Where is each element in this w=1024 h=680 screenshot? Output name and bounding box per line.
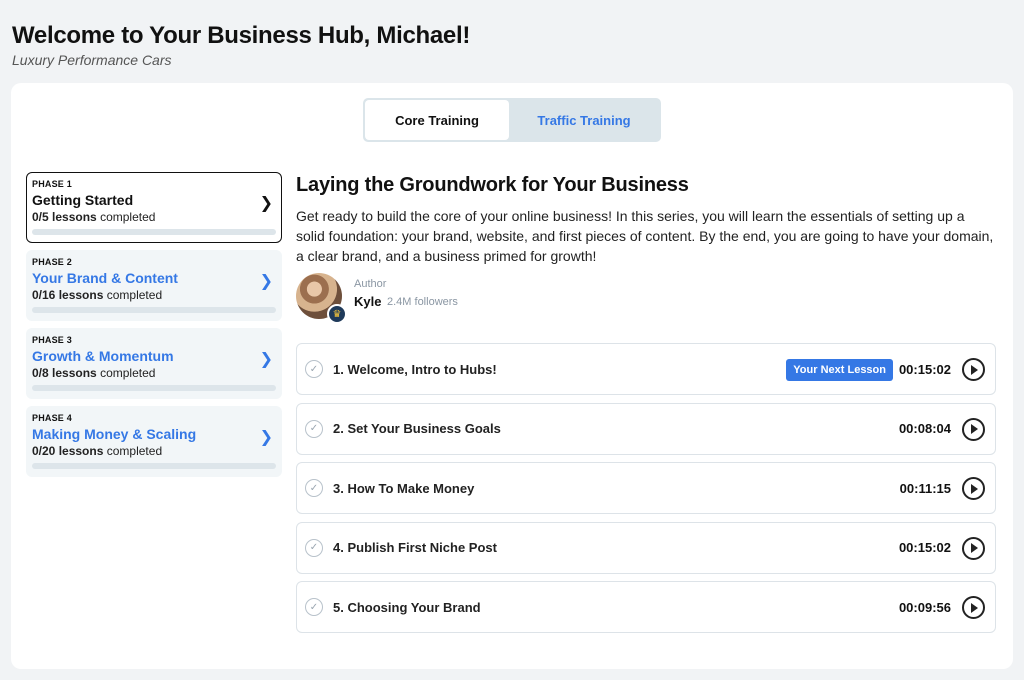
section-description: Get ready to build the core of your onli… bbox=[296, 208, 994, 264]
phase-progress-text: 0/8 lessons completed bbox=[32, 366, 276, 380]
phase-progress-unit: lessons bbox=[52, 210, 97, 224]
phase-item-brand-content[interactable]: PHASE 2 Your Brand & Content 0/16 lesson… bbox=[26, 250, 282, 321]
phase-item-getting-started[interactable]: PHASE 1 Getting Started 0/5 lessons comp… bbox=[26, 172, 282, 243]
page-header: Welcome to Your Business Hub, Michael! L… bbox=[12, 22, 470, 68]
lesson-row[interactable]: ✓ 4. Publish First Niche Post 00:15:02 bbox=[296, 521, 996, 574]
author-followers: 2.4M followers bbox=[387, 296, 458, 308]
phase-name: Getting Started bbox=[32, 192, 134, 208]
lesson-title: 2. Set Your Business Goals bbox=[333, 421, 501, 436]
section-title: Laying the Groundwork for Your Business bbox=[296, 174, 689, 196]
tab-core-training[interactable]: Core Training bbox=[365, 100, 509, 140]
author-label: Author bbox=[354, 278, 387, 290]
training-tabs: Core Training Traffic Training bbox=[363, 98, 661, 142]
play-circle-icon[interactable] bbox=[962, 358, 985, 381]
check-circle-icon[interactable]: ✓ bbox=[305, 419, 323, 438]
phase-tag: PHASE 4 bbox=[32, 413, 72, 423]
tab-traffic-training[interactable]: Traffic Training bbox=[509, 100, 659, 140]
lesson-row[interactable]: ✓ 5. Choosing Your Brand 00:09:56 bbox=[296, 581, 996, 633]
lesson-duration: 00:11:15 bbox=[899, 480, 951, 496]
phase-progress-text: 0/16 lessons completed bbox=[32, 288, 276, 302]
lesson-row[interactable]: ✓ 1. Welcome, Intro to Hubs! Your Next L… bbox=[296, 343, 996, 395]
phase-item-making-money[interactable]: PHASE 4 Making Money & Scaling 0/20 less… bbox=[26, 406, 282, 477]
phase-progress-rest: completed bbox=[106, 444, 163, 458]
phase-progress-count: 0/5 bbox=[32, 210, 49, 224]
lesson-duration: 00:15:02 bbox=[898, 361, 951, 377]
phase-progress-bar bbox=[32, 385, 276, 391]
author-block: ♛ Author Kyle 2.4M followers bbox=[296, 273, 998, 325]
lesson-title: 5. Choosing Your Brand bbox=[333, 599, 481, 615]
chevron-right-icon: ❯ bbox=[259, 273, 273, 290]
page-subtitle: Luxury Performance Cars bbox=[12, 52, 172, 68]
lesson-duration: 00:09:56 bbox=[898, 599, 951, 615]
phase-name: Growth & Momentum bbox=[32, 348, 174, 364]
lesson-row[interactable]: ✓ 2. Set Your Business Goals 00:08:04 bbox=[296, 402, 996, 455]
phase-tag: PHASE 3 bbox=[32, 335, 72, 345]
play-circle-icon[interactable] bbox=[962, 477, 985, 500]
phase-progress-bar bbox=[32, 307, 276, 313]
page-title: Welcome to Your Business Hub, Michael! bbox=[12, 22, 471, 49]
author-name[interactable]: Kyle bbox=[354, 294, 381, 309]
lesson-title: 1. Welcome, Intro to Hubs! bbox=[333, 361, 497, 377]
chevron-right-icon: ❯ bbox=[259, 195, 273, 212]
phase-progress-count: 0/16 bbox=[32, 288, 56, 302]
chevron-right-icon: ❯ bbox=[259, 429, 273, 446]
phase-progress-unit: lessons bbox=[58, 444, 104, 458]
lesson-list: ✓ 1. Welcome, Intro to Hubs! Your Next L… bbox=[296, 343, 996, 641]
check-circle-icon[interactable]: ✓ bbox=[305, 598, 323, 616]
lesson-row[interactable]: ✓ 3. How To Make Money 00:11:15 bbox=[296, 462, 996, 514]
phase-content: Laying the Groundwork for Your Business … bbox=[296, 173, 998, 633]
phase-progress-count: 0/20 bbox=[32, 444, 56, 458]
phase-tag: PHASE 2 bbox=[32, 257, 72, 267]
check-circle-icon[interactable]: ✓ bbox=[305, 538, 323, 557]
phase-list: PHASE 1 Getting Started 0/5 lessons comp… bbox=[26, 172, 282, 484]
play-circle-icon[interactable] bbox=[962, 536, 985, 560]
next-lesson-badge: Your Next Lesson bbox=[786, 359, 893, 381]
crown-icon: ♛ bbox=[327, 304, 347, 324]
lesson-duration: 00:08:04 bbox=[898, 421, 951, 436]
training-card: Core Training Traffic Training PHASE 1 G… bbox=[11, 83, 1013, 669]
phase-progress-text: 0/20 lessons completed bbox=[32, 444, 276, 458]
phase-progress-unit: lessons bbox=[58, 288, 104, 302]
phase-item-growth-momentum[interactable]: PHASE 3 Growth & Momentum 0/8 lessons co… bbox=[26, 328, 282, 399]
phase-progress-rest: completed bbox=[106, 288, 163, 302]
check-circle-icon[interactable]: ✓ bbox=[305, 479, 323, 497]
phase-progress-bar bbox=[32, 229, 276, 235]
phase-tag: PHASE 1 bbox=[32, 179, 72, 189]
phase-progress-rest: completed bbox=[100, 210, 156, 224]
chevron-right-icon: ❯ bbox=[259, 351, 273, 368]
phase-progress-rest: completed bbox=[100, 366, 156, 380]
phase-progress-text: 0/5 lessons completed bbox=[32, 210, 276, 224]
play-circle-icon[interactable] bbox=[962, 417, 985, 441]
phase-progress-count: 0/8 bbox=[32, 366, 49, 380]
play-circle-icon[interactable] bbox=[962, 596, 985, 619]
phase-progress-unit: lessons bbox=[52, 366, 97, 380]
phase-progress-bar bbox=[32, 463, 276, 469]
check-circle-icon[interactable]: ✓ bbox=[305, 360, 323, 378]
phase-name: Making Money & Scaling bbox=[32, 426, 197, 442]
lesson-duration: 00:15:02 bbox=[898, 540, 951, 555]
lesson-title: 3. How To Make Money bbox=[333, 480, 475, 496]
phase-name: Your Brand & Content bbox=[32, 270, 178, 286]
lesson-title: 4. Publish First Niche Post bbox=[333, 540, 497, 555]
